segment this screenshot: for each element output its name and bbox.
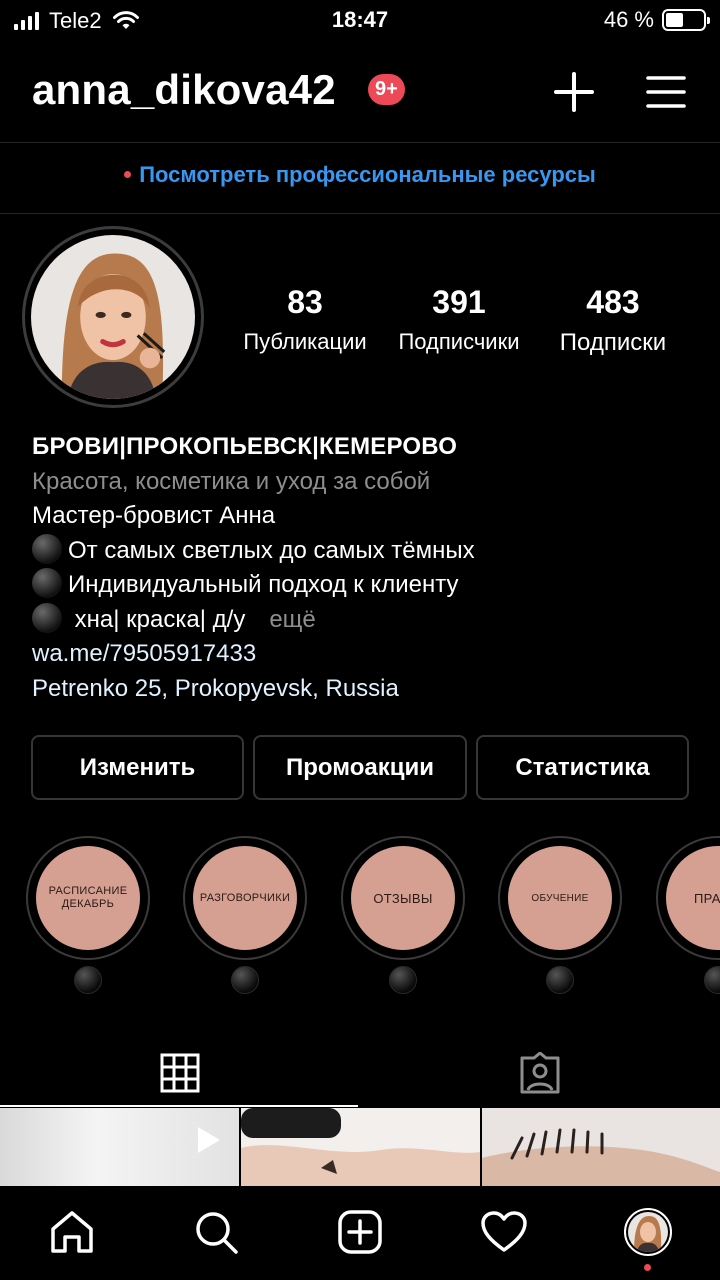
grid-icon [160,1053,200,1093]
more-link[interactable]: ещё [269,606,315,633]
promotions-button[interactable]: Промоакции [253,735,467,800]
battery-percent: 46 % [603,7,654,32]
reel-play-icon [198,1127,220,1153]
profile-bio: БРОВИ|ПРОКОПЬЕВСК|КЕМЕРОВО Красота, косм… [32,430,702,706]
highlight-label-dot [74,966,102,994]
post-thumbnail[interactable] [0,1108,239,1186]
black-circle-emoji [32,602,62,633]
avatar-portrait [31,235,195,399]
highlight-ring: РАСПИСАНИЕ ДЕКАБРЬ [26,836,150,960]
avatar-mini [628,1212,668,1252]
header-divider [0,142,720,143]
new-post-icon [338,1210,382,1254]
nav-activity[interactable] [480,1208,528,1256]
profile-category: Красота, косметика и уход за собой [32,467,431,495]
profile-notification-dot [644,1264,651,1271]
highlight-cover: ОБУЧЕНИЕ [508,846,612,950]
highlight-ring: ОТЗЫВЫ [341,836,465,960]
banner-divider [0,213,720,214]
search-icon [196,1212,238,1254]
highlight-label-dot [389,966,417,994]
nav-profile[interactable] [624,1208,672,1256]
highlight-label-dot [231,966,259,994]
active-tab-indicator [0,1105,358,1107]
pro-resources-label: Посмотреть профессиональные ресурсы [139,162,596,187]
stat-value: 483 [586,284,640,320]
stat-value: 83 [287,284,323,320]
profile-avatar [624,1208,672,1256]
hamburger-menu-icon[interactable] [644,70,688,114]
bio-line-text: хна| краска| д/у [68,605,246,633]
stat-label: Подписки [559,329,667,356]
website-link[interactable]: wa.me/79505917433 [32,637,702,672]
post-thumbnail[interactable] [482,1108,720,1186]
insights-button[interactable]: Статистика [476,735,689,800]
tab-tagged[interactable] [360,1040,720,1106]
username-switcher[interactable]: anna_dikova42 [32,66,336,114]
black-circle-emoji [32,533,62,564]
pro-resources-link[interactable]: Посмотреть профессиональные ресурсы [0,162,720,188]
nav-search[interactable] [192,1208,240,1256]
black-circle-emoji [32,568,62,598]
highlight-cover: ОТЗЫВЫ [351,846,455,950]
heart-icon [481,1211,527,1252]
story-highlight[interactable]: РАЗГОВОРЧИКИ [183,836,307,994]
nav-new-post[interactable] [336,1208,384,1256]
highlight-ring: ОБУЧЕНИЕ [498,836,622,960]
bio-line-text: Индивидуальный подход к клиенту [68,571,459,598]
home-icon [51,1211,93,1253]
highlight-cover: ПРА [666,846,720,950]
highlight-label-dot [546,966,574,994]
status-right: 46 % [603,7,710,33]
tab-grid[interactable] [0,1040,360,1106]
highlight-cover: РАСПИСАНИЕ ДЕКАБРЬ [36,846,140,950]
bio-line: Мастер-бровист Анна [32,502,276,529]
tagged-person-icon [520,1052,560,1094]
story-highlight[interactable]: РАСПИСАНИЕ ДЕКАБРЬ [26,836,150,994]
post-image [482,1108,720,1186]
highlight-label-dot [704,966,720,994]
story-highlight[interactable]: ОТЗЫВЫ [341,836,465,994]
stat-label: Подписчики [398,329,520,354]
stat-value: 391 [432,284,486,320]
battery-icon [662,9,710,31]
bio-line: Индивидуальный подход к клиенту [32,568,702,603]
address-link[interactable]: Petrenko 25, Prokopyevsk, Russia [32,672,702,707]
avatar [31,235,195,399]
story-highlight[interactable]: ОБУЧЕНИЕ [498,836,622,994]
post-thumbnail[interactable] [241,1108,480,1186]
edit-profile-button[interactable]: Изменить [31,735,244,800]
bottom-nav [0,1186,720,1280]
post-image [241,1108,480,1186]
bio-line: От самых светлых до самых тёмных [32,533,702,569]
plus-icon[interactable] [552,70,596,114]
highlight-ring: РАЗГОВОРЧИКИ [183,836,307,960]
bio-line-text: От самых светлых до самых тёмных [68,536,475,564]
profile-name: БРОВИ|ПРОКОПЬЕВСК|КЕМЕРОВО [32,433,458,460]
status-bar: Tele2 18:47 46 % [0,0,720,40]
stat-label: Публикации [243,329,367,354]
highlight-ring: ПРА [656,836,720,960]
bio-line: хна| краска| д/у ещё [32,602,702,638]
unread-dot [124,170,132,178]
posts-count[interactable]: 83 Публикации [230,284,380,355]
followers-count[interactable]: 391 Подписчики [384,284,534,355]
highlight-cover: РАЗГОВОРЧИКИ [193,846,297,950]
profile-header: anna_dikova42 9+ [0,58,720,130]
following-count[interactable]: 483 Подписки [538,284,688,357]
story-highlight[interactable]: ПРА [656,836,720,994]
profile-avatar-ring[interactable] [22,226,204,408]
notification-badge: 9+ [368,74,405,105]
nav-home[interactable] [48,1208,96,1256]
